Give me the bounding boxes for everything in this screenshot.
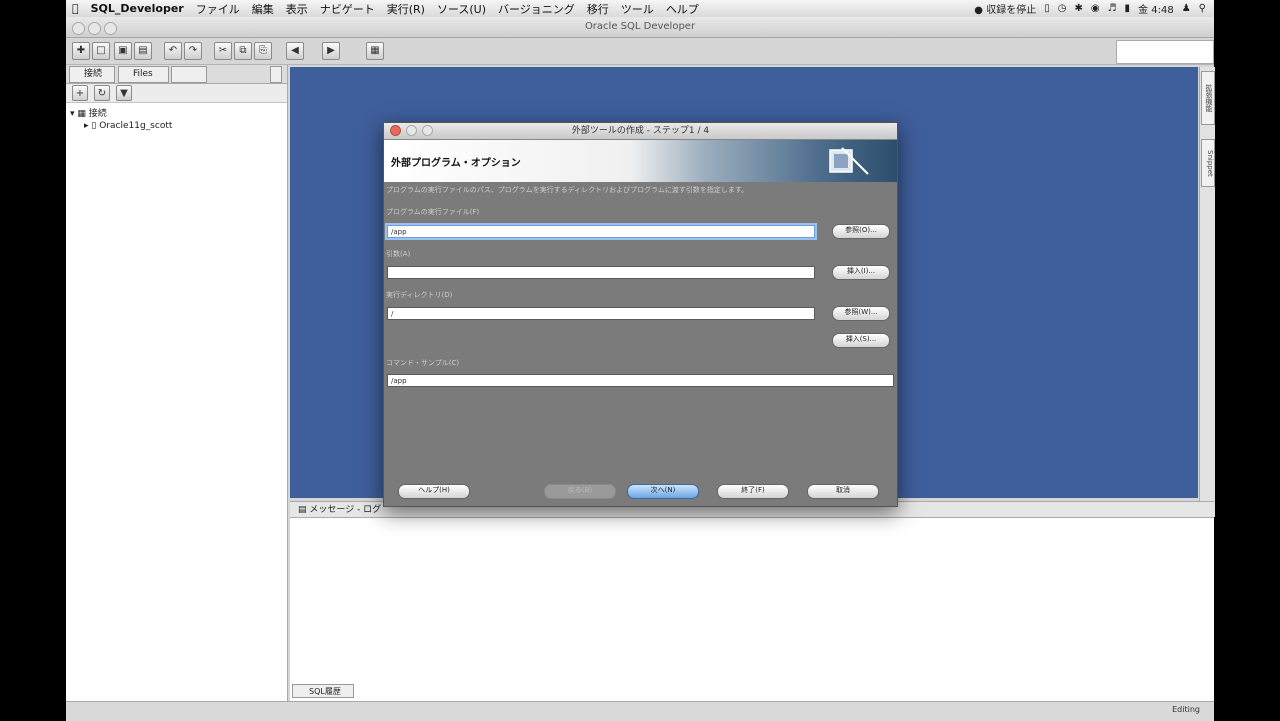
create-external-tool-dialog: 外部ツールの作成 - ステップ1 / 4 外部プログラム・オプション プログラム…: [383, 122, 898, 507]
menu-run[interactable]: 実行(R): [381, 1, 431, 17]
menu-edit[interactable]: 編集: [246, 1, 280, 17]
sql-worksheet-icon[interactable]: ▦: [366, 42, 384, 60]
connections-tabs: 接続 Files: [66, 65, 287, 84]
window-titlebar: Oracle SQL Developer: [66, 17, 1214, 38]
bluetooth-icon[interactable]: ✱: [1074, 3, 1082, 14]
dialog-title: 外部ツールの作成 - ステップ1 / 4: [571, 126, 710, 136]
menu-app-name[interactable]: SQL_Developer: [85, 2, 190, 15]
zoom-window-button[interactable]: [104, 22, 117, 35]
close-window-button[interactable]: [72, 22, 85, 35]
menu-migration[interactable]: 移行: [581, 1, 615, 17]
next-button[interactable]: 次へ(N): [627, 484, 699, 499]
tab-extensions[interactable]: 拡張機能: [1201, 71, 1215, 125]
user-icon[interactable]: ♟: [1182, 3, 1191, 14]
status-bar: Editing: [66, 701, 1214, 721]
tree-root-label: 接続: [88, 109, 107, 119]
main-toolbar: ✚ □ ▣ ▤ ↶ ↷ ✂ ⧉ ⎘ ◀ ▶ ▦: [66, 38, 1214, 65]
browse-executable-button[interactable]: 参照(O)...: [832, 224, 890, 239]
tree-item-connection[interactable]: ▸ ▯ Oracle11g_scott: [84, 121, 172, 131]
spotlight-icon[interactable]: ⚲: [1199, 3, 1206, 14]
tab-files[interactable]: Files: [118, 66, 169, 83]
dialog-header-title: 外部プログラム・オプション: [391, 158, 521, 169]
menu-view[interactable]: 表示: [280, 1, 314, 17]
database-icon: ▯: [91, 121, 97, 131]
workdir-label: 実行ディレクトリ(D): [386, 291, 453, 299]
dialog-header: 外部プログラム・オプション: [384, 140, 897, 182]
dialog-description: プログラムの実行ファイルのパス、プログラムを実行するディレクトリおよびプログラム…: [386, 186, 749, 194]
menu-file[interactable]: ファイル: [190, 1, 246, 17]
menu-help[interactable]: ヘルプ: [660, 1, 705, 17]
back-button[interactable]: 戻る(B): [544, 484, 616, 499]
save-all-icon[interactable]: ▤: [134, 42, 152, 60]
executable-input[interactable]: /app: [387, 225, 815, 238]
executable-label: プログラムの実行ファイル(F): [386, 208, 480, 216]
arguments-input[interactable]: [387, 266, 815, 279]
tab-snippets[interactable]: Snippet: [1201, 139, 1215, 187]
apple-menu-icon[interactable]: : [66, 2, 85, 15]
cut-icon[interactable]: ✂: [214, 42, 232, 60]
menu-tools[interactable]: ツール: [615, 1, 660, 17]
connections-toolbar: + ↻ ▼: [66, 84, 287, 103]
minimize-panel-icon[interactable]: [270, 66, 282, 83]
expand-right-icon[interactable]: ▸: [84, 121, 89, 131]
status-mode: Editing: [1172, 705, 1200, 714]
tab-connections[interactable]: 接続: [69, 66, 115, 83]
menu-extras: ● 収録を停止 ▯ ◷ ✱ ◉ ♬ ▮ 金 4:48 ♟ ⚲: [974, 1, 1214, 16]
add-connection-icon[interactable]: +: [72, 85, 88, 101]
connections-folder-icon: ▦: [77, 109, 86, 119]
back-icon[interactable]: ◀: [286, 42, 304, 60]
search-input[interactable]: [1116, 40, 1214, 64]
workdir-input[interactable]: /: [387, 307, 815, 320]
expand-down-icon[interactable]: ▾: [70, 109, 75, 119]
connections-panel: 接続 Files + ↻ ▼ ▾ ▦ 接続 ▸ ▯ Oracle11g_scot…: [66, 65, 288, 701]
insert-arguments-button[interactable]: 挿入(I)...: [832, 265, 890, 280]
refresh-icon[interactable]: ↻: [94, 85, 110, 101]
volume-icon[interactable]: ♬: [1108, 3, 1117, 14]
log-icon: ▤: [298, 505, 307, 515]
open-icon[interactable]: □: [92, 42, 110, 60]
external-tool-wizard-icon: [829, 147, 869, 175]
menu-source[interactable]: ソース(U): [431, 1, 492, 17]
redo-icon[interactable]: ↷: [184, 42, 202, 60]
help-button[interactable]: ヘルプ(H): [398, 484, 470, 499]
clock[interactable]: 金 4:48: [1138, 1, 1174, 16]
paste-icon[interactable]: ⎘: [254, 42, 272, 60]
right-sidebar: 拡張機能 Snippet: [1199, 67, 1215, 517]
document-icon[interactable]: ▯: [1044, 3, 1050, 14]
messages-log-panel: ▤ メッセージ - ログ SQL履歴: [290, 501, 1214, 702]
wifi-icon[interactable]: ◉: [1091, 3, 1100, 14]
menu-versioning[interactable]: バージョニング: [492, 1, 581, 17]
browse-workdir-button[interactable]: 参照(W)...: [832, 306, 890, 321]
battery-icon[interactable]: ▮: [1125, 3, 1131, 14]
window-title: Oracle SQL Developer: [584, 21, 696, 32]
dialog-zoom-button[interactable]: [422, 125, 433, 136]
arguments-label: 引数(A): [386, 250, 411, 258]
command-preview-label: コマンド・サンプル(C): [386, 359, 460, 367]
undo-icon[interactable]: ↶: [164, 42, 182, 60]
insert-workdir-button[interactable]: 挿入(S)...: [832, 333, 890, 348]
clock-status-icon[interactable]: ◷: [1058, 3, 1067, 14]
finish-button[interactable]: 終了(F): [717, 484, 789, 499]
tab-reports[interactable]: [171, 66, 207, 83]
dialog-titlebar: 外部ツールの作成 - ステップ1 / 4: [384, 123, 897, 140]
tab-sql-history[interactable]: SQL履歴: [292, 684, 354, 698]
record-status[interactable]: ● 収録を停止: [974, 1, 1036, 16]
copy-icon[interactable]: ⧉: [234, 42, 252, 60]
messages-log-title: メッセージ - ログ: [309, 505, 382, 515]
tree-root[interactable]: ▾ ▦ 接続: [70, 106, 107, 119]
menu-bar:  SQL_Developer ファイル 編集 表示 ナビゲート 実行(R) ソ…: [66, 0, 1214, 18]
menu-navigate[interactable]: ナビゲート: [314, 1, 381, 17]
dialog-close-button[interactable]: [390, 125, 401, 136]
dialog-minimize-button[interactable]: [406, 125, 417, 136]
tree-item-label: Oracle11g_scott: [99, 121, 173, 131]
command-preview-field: /app: [387, 374, 894, 387]
new-icon[interactable]: ✚: [72, 42, 90, 60]
forward-icon[interactable]: ▶: [322, 42, 340, 60]
filter-icon[interactable]: ▼: [116, 85, 132, 101]
cancel-button[interactable]: 取消: [807, 484, 879, 499]
minimize-window-button[interactable]: [88, 22, 101, 35]
save-icon[interactable]: ▣: [114, 42, 132, 60]
